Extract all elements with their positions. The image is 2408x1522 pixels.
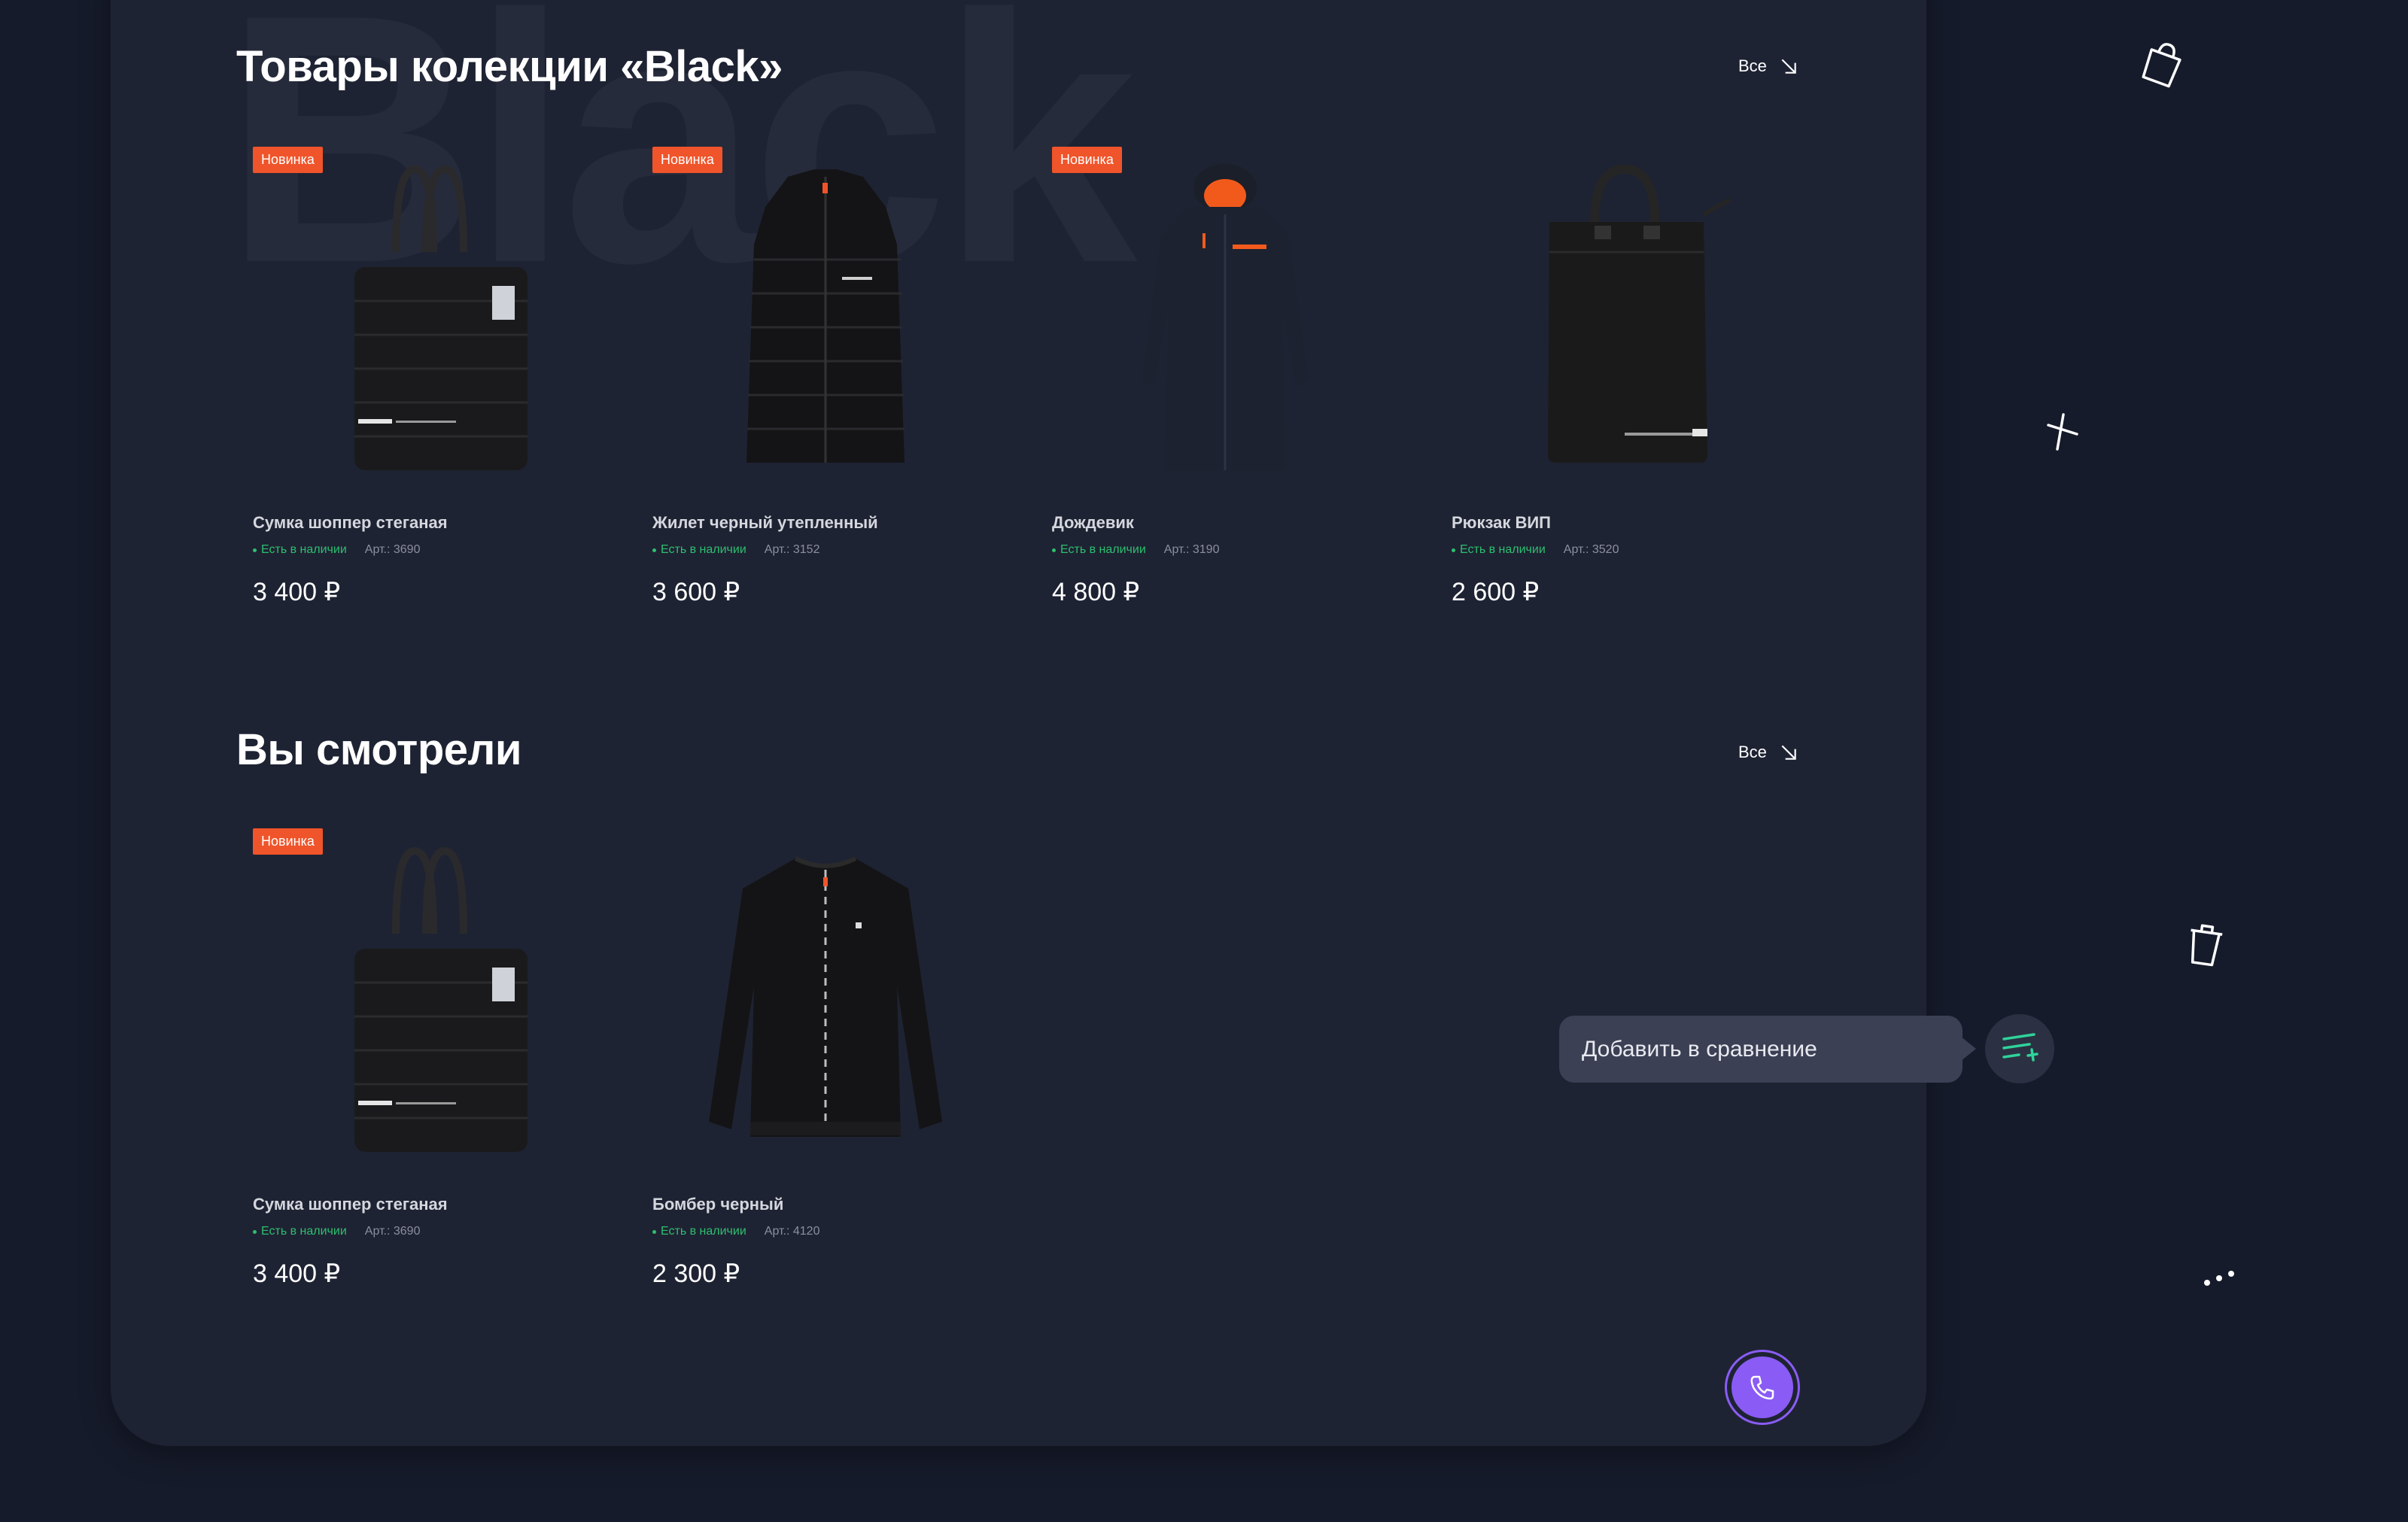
add-to-compare-button[interactable] bbox=[1985, 1014, 2054, 1083]
product-name[interactable]: Дождевик bbox=[1052, 513, 1134, 533]
trash-icon[interactable] bbox=[2185, 922, 2225, 968]
product-name[interactable]: Жилет черный утепленный bbox=[652, 513, 878, 533]
product-name[interactable]: Рюкзак ВИП bbox=[1452, 513, 1551, 533]
product-price: 3 400 ₽ bbox=[253, 1259, 341, 1288]
close-icon[interactable] bbox=[2041, 410, 2083, 452]
stock-status: Есть в наличии bbox=[1052, 543, 1146, 557]
product-meta: Есть в наличии Арт.: 4120 bbox=[652, 1225, 819, 1238]
article-number: Арт.: 3152 bbox=[764, 543, 820, 556]
product-meta: Есть в наличии Арт.: 3190 bbox=[1052, 543, 1219, 557]
call-button[interactable] bbox=[1725, 1350, 1800, 1425]
main-panel: Black Товары колекции «Black» Все Новинк… bbox=[111, 0, 1926, 1446]
arrow-down-right-icon bbox=[1781, 59, 1796, 74]
product-card[interactable]: Новинка Сумка шоппер стеганая Есть в нал… bbox=[253, 147, 607, 658]
product-image-vest[interactable] bbox=[683, 154, 968, 478]
product-meta: Есть в наличии Арт.: 3690 bbox=[253, 543, 420, 557]
compare-tooltip-text: Добавить в сравнение bbox=[1582, 1036, 1817, 1062]
viewed-all-link[interactable]: Все bbox=[1738, 743, 1798, 762]
arrow-down-right-icon bbox=[1781, 745, 1796, 760]
stock-status: Есть в наличии bbox=[652, 1225, 746, 1238]
product-meta: Есть в наличии Арт.: 3690 bbox=[253, 1225, 420, 1238]
product-name[interactable]: Бомбер черный bbox=[652, 1195, 783, 1214]
product-meta: Есть в наличии Арт.: 3520 bbox=[1452, 543, 1619, 557]
compare-tooltip: Добавить в сравнение bbox=[1559, 1016, 1976, 1083]
product-image-bomber[interactable] bbox=[683, 836, 968, 1159]
phone-icon bbox=[1750, 1375, 1774, 1400]
collection-all-link[interactable]: Все bbox=[1738, 56, 1798, 76]
stock-status: Есть в наличии bbox=[253, 543, 347, 557]
viewed-section-title: Вы смотрели bbox=[236, 725, 522, 774]
collection-section-title: Товары колекции «Black» bbox=[236, 42, 783, 91]
article-number: Арт.: 3690 bbox=[364, 1225, 421, 1238]
product-price: 2 300 ₽ bbox=[652, 1259, 740, 1288]
article-number: Арт.: 3690 bbox=[364, 543, 421, 556]
article-number: Арт.: 3520 bbox=[1563, 543, 1619, 556]
product-price: 3 600 ₽ bbox=[652, 578, 740, 606]
article-number: Арт.: 3190 bbox=[1163, 543, 1220, 556]
product-card[interactable]: Новинка Дождевик Есть в наличии Арт.: 31… bbox=[1052, 147, 1406, 658]
product-price: 3 400 ₽ bbox=[253, 578, 341, 606]
more-dots-icon[interactable] bbox=[2201, 1266, 2239, 1289]
product-name[interactable]: Сумка шоппер стеганая bbox=[253, 513, 448, 533]
all-link-label: Все bbox=[1738, 56, 1767, 75]
all-link-label: Все bbox=[1738, 743, 1767, 761]
product-price: 2 600 ₽ bbox=[1452, 578, 1540, 606]
product-image-raincoat[interactable] bbox=[1082, 154, 1368, 478]
product-card[interactable]: Бомбер черный Есть в наличии Арт.: 4120 … bbox=[652, 828, 1006, 1340]
product-image-tote-bag[interactable] bbox=[283, 154, 569, 478]
product-price: 4 800 ₽ bbox=[1052, 578, 1140, 606]
call-button-inner bbox=[1732, 1356, 1793, 1418]
product-card[interactable]: Новинка Сумка шоппер стеганая Есть в нал… bbox=[253, 828, 607, 1340]
product-card[interactable]: Рюкзак ВИП Есть в наличии Арт.: 3520 2 6… bbox=[1452, 147, 1805, 658]
product-image-backpack[interactable] bbox=[1482, 154, 1768, 478]
compare-add-icon bbox=[2002, 1033, 2039, 1062]
product-card[interactable]: Новинка Жилет черный утепленный Есть в н… bbox=[652, 147, 1006, 658]
product-meta: Есть в наличии Арт.: 3152 bbox=[652, 543, 819, 557]
stock-status: Есть в наличии bbox=[1452, 543, 1546, 557]
article-number: Арт.: 4120 bbox=[764, 1225, 820, 1238]
stock-status: Есть в наличии bbox=[253, 1225, 347, 1238]
product-name[interactable]: Сумка шоппер стеганая bbox=[253, 1195, 448, 1214]
shopping-bag-icon[interactable] bbox=[2139, 38, 2187, 89]
stock-status: Есть в наличии bbox=[652, 543, 746, 557]
product-image-tote-bag[interactable] bbox=[283, 836, 569, 1159]
